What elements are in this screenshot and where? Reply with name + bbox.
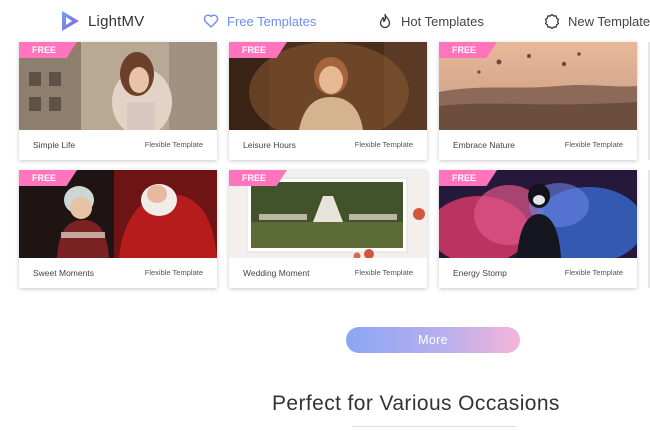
nav-free-templates[interactable]: Free Templates — [203, 10, 316, 32]
template-card-energy-stomp[interactable]: FREE Energy Stomp Flexible Template — [439, 170, 637, 288]
template-card-embrace-nature[interactable]: FREE Embrace Nature Flexible Template — [439, 42, 637, 160]
badge-icon — [544, 13, 560, 29]
section-title: Perfect for Various Occasions — [272, 392, 560, 415]
brand-name: LightMV — [88, 12, 145, 30]
brand-logo[interactable]: LightMV — [60, 10, 144, 32]
template-type: Flexible Template — [354, 268, 413, 277]
template-title[interactable]: Sweet Moments — [33, 268, 94, 278]
template-type: Flexible Template — [144, 140, 203, 149]
template-card-leisure-hours[interactable]: FREE Leisure Hours Flexible Template — [229, 42, 427, 160]
template-type: Flexible Template — [144, 268, 203, 277]
heart-icon — [203, 14, 219, 28]
nav-free-templates-label: Free Templates — [227, 13, 317, 29]
template-card-wedding-moment[interactable]: FREE Wedding Moment Flexible Template — [229, 170, 427, 288]
template-card-simple-life[interactable]: FREE Simple Life Flexible Template — [19, 42, 217, 160]
nav-new-templates-label: New Templates — [568, 13, 650, 29]
template-title[interactable]: Leisure Hours — [243, 140, 296, 150]
nav-new-templates[interactable]: New Templates — [544, 10, 650, 32]
template-card-sweet-moments[interactable]: FREE Sweet Moments Flexible Template — [19, 170, 217, 288]
template-title[interactable]: Simple Life — [33, 140, 75, 150]
lightmv-logo-icon — [62, 11, 79, 31]
top-nav-bar: LightMV Free Templates Hot Templates New… — [0, 0, 650, 42]
flame-icon — [379, 13, 391, 29]
page: LightMV Free Templates Hot Templates New… — [0, 0, 650, 430]
template-type: Flexible Template — [564, 268, 623, 277]
nav-hot-templates[interactable]: Hot Templates — [377, 10, 484, 32]
section-divider — [352, 426, 516, 427]
template-type: Flexible Template — [564, 140, 623, 149]
nav-hot-templates-label: Hot Templates — [401, 13, 484, 29]
more-button[interactable]: More — [346, 327, 520, 353]
template-title[interactable]: Energy Stomp — [453, 268, 507, 278]
template-title[interactable]: Wedding Moment — [243, 268, 309, 278]
template-title[interactable]: Embrace Nature — [453, 140, 515, 150]
template-type: Flexible Template — [354, 140, 413, 149]
